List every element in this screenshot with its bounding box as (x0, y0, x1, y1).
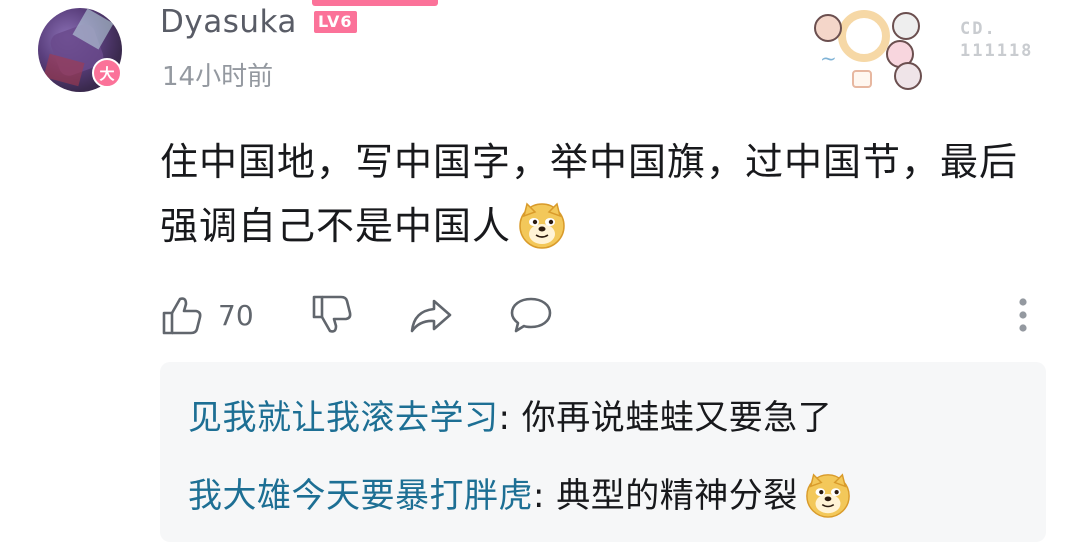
decoration-serial-number: CD. 111118 (960, 18, 1040, 62)
avatar-decoration[interactable]: ~ (808, 4, 922, 90)
dislike-button[interactable] (310, 290, 354, 340)
decoration-tag (852, 70, 872, 88)
serial-line: CD. (960, 19, 997, 39)
doge-emoji-icon (805, 472, 850, 518)
decoration-ring (838, 10, 890, 62)
reply-button[interactable] (508, 290, 554, 340)
reply-text: 典型的精神分裂 (556, 476, 798, 516)
more-options-button[interactable] (1016, 290, 1030, 340)
reply-separator: : (533, 476, 557, 516)
decoration-character (894, 62, 922, 90)
like-button[interactable]: 70 (160, 290, 254, 340)
more-icon (1019, 298, 1027, 332)
reply-separator: : (498, 398, 522, 438)
share-icon (410, 299, 452, 333)
username[interactable]: Dyasuka (160, 4, 297, 40)
thumbs-up-icon (162, 297, 202, 335)
thumbs-down-icon (312, 295, 352, 333)
comment-content: 住中国地，写中国字，举中国旗，过中国节，最后强调自己不是中国人 (160, 130, 1040, 258)
level-badge: LV6 (314, 11, 357, 33)
vip-badge: 大 (92, 58, 122, 88)
reply-preview-box[interactable]: 见我就让我滚去学习: 你再说蛙蛙又要急了 我大雄今天要暴打胖虎: 典型的精神分裂 (160, 362, 1046, 542)
reply-text: 你再说蛙蛙又要急了 (521, 398, 833, 438)
decoration-script: ~ (820, 46, 837, 70)
reply-username[interactable]: 我大雄今天要暴打胖虎 (188, 476, 533, 516)
decoration-character (814, 14, 842, 42)
comment-text: 住中国地，写中国字，举中国旗，过中国节，最后强调自己不是中国人 (160, 140, 1019, 248)
top-accent-strip (312, 0, 438, 6)
reply-username[interactable]: 见我就让我滚去学习 (188, 398, 499, 438)
timestamp: 14小时前 (162, 62, 274, 92)
serial-line: 111118 (960, 41, 1034, 61)
comment-action-bar: 70 (160, 290, 1040, 340)
doge-emoji-icon (519, 202, 565, 249)
reply-item[interactable]: 见我就让我滚去学习: 你再说蛙蛙又要急了 (188, 390, 832, 439)
share-button[interactable] (408, 290, 454, 340)
like-count: 70 (218, 298, 254, 332)
comment-icon (510, 297, 552, 333)
decoration-character (892, 12, 920, 40)
reply-item[interactable]: 我大雄今天要暴打胖虎: 典型的精神分裂 (188, 468, 852, 519)
